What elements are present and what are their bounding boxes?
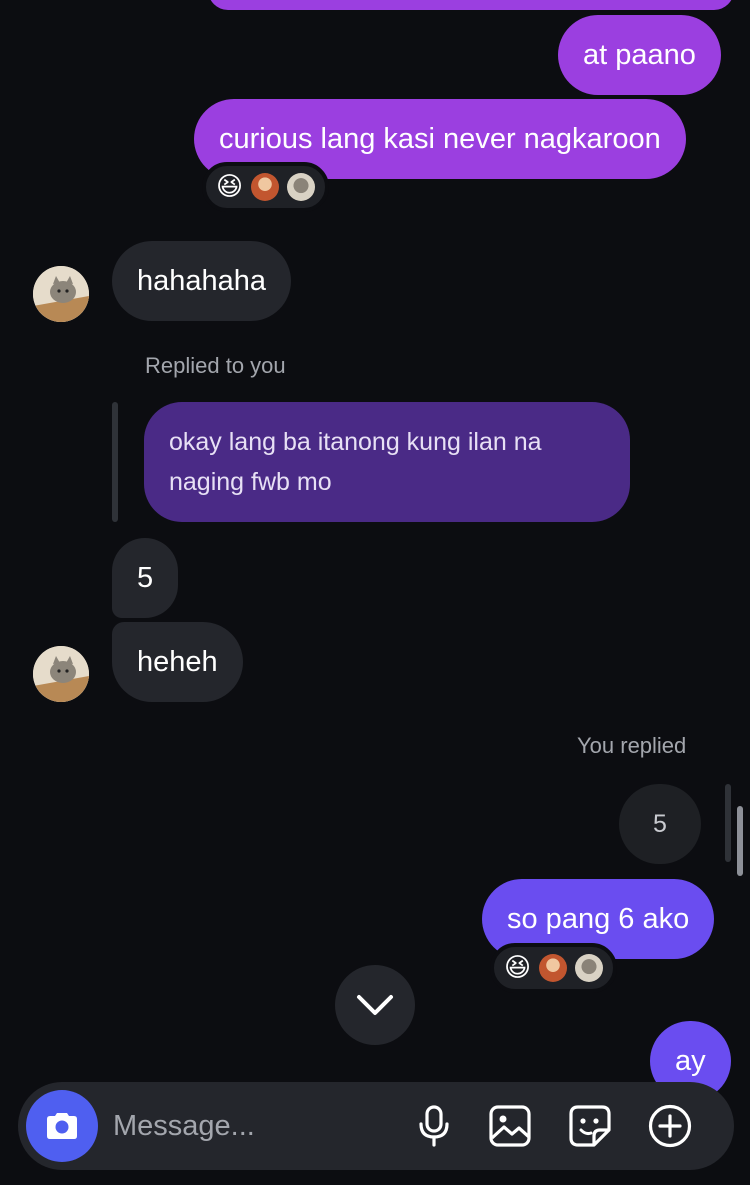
sticker-button[interactable] <box>566 1102 614 1150</box>
add-icon <box>648 1104 692 1148</box>
reactions-pill[interactable]: 😆 <box>490 943 618 993</box>
message-text: curious lang kasi never nagkaroon <box>219 123 661 155</box>
sticker-icon <box>569 1105 611 1147</box>
camera-icon <box>47 1113 77 1139</box>
message-bubble-incoming[interactable]: heheh <box>112 622 243 702</box>
message-input[interactable] <box>113 1102 403 1150</box>
microphone-button[interactable] <box>410 1102 458 1150</box>
quote-bar <box>725 784 731 862</box>
orange-avatar <box>251 173 280 201</box>
gray-avatar <box>287 173 316 201</box>
gallery-button[interactable] <box>486 1102 534 1150</box>
scroll-to-bottom-button[interactable] <box>335 965 415 1045</box>
cat-avatar-icon <box>33 646 89 702</box>
message-text: 5 <box>137 562 154 594</box>
camera-button[interactable] <box>26 1090 98 1162</box>
message-bubble-cutoff[interactable] <box>208 0 734 10</box>
message-text: at paano <box>583 39 696 71</box>
microphone-icon <box>419 1105 449 1147</box>
quoted-message-text-line2: naging fwb mo <box>169 468 332 496</box>
message-bubble-incoming[interactable]: 5 <box>112 538 179 618</box>
laughing-emoji-icon: 😆 <box>504 953 532 983</box>
message-composer <box>18 1082 734 1170</box>
reply-context-label: You replied <box>577 733 687 758</box>
reply-context-label: Replied to you <box>145 353 286 378</box>
message-text: ay <box>675 1045 706 1077</box>
quoted-message-text-line1: okay lang ba itanong kung ilan na <box>169 428 542 456</box>
quoted-message-text: 5 <box>653 809 667 838</box>
message-text: so pang 6 ako <box>507 903 690 935</box>
reactions-pill[interactable]: 😆 <box>202 162 330 212</box>
avatar[interactable] <box>33 646 89 702</box>
message-text: heheh <box>137 646 218 678</box>
chevron-down-icon <box>357 995 393 1015</box>
add-button[interactable] <box>646 1102 694 1150</box>
message-text: hahahaha <box>137 265 267 297</box>
scrollbar[interactable] <box>737 806 743 876</box>
image-icon <box>489 1105 531 1147</box>
message-bubble-incoming[interactable]: hahahaha <box>112 241 292 321</box>
cat-avatar-icon <box>33 266 89 322</box>
gray-avatar <box>575 954 604 982</box>
quoted-message[interactable]: okay lang ba itanong kung ilan na naging… <box>144 402 630 522</box>
message-bubble-outgoing[interactable]: at paano <box>558 15 721 95</box>
quoted-message[interactable]: 5 <box>619 784 701 864</box>
orange-avatar <box>539 954 568 982</box>
laughing-emoji-icon: 😆 <box>216 172 244 202</box>
avatar[interactable] <box>33 266 89 322</box>
quote-bar <box>112 402 118 522</box>
